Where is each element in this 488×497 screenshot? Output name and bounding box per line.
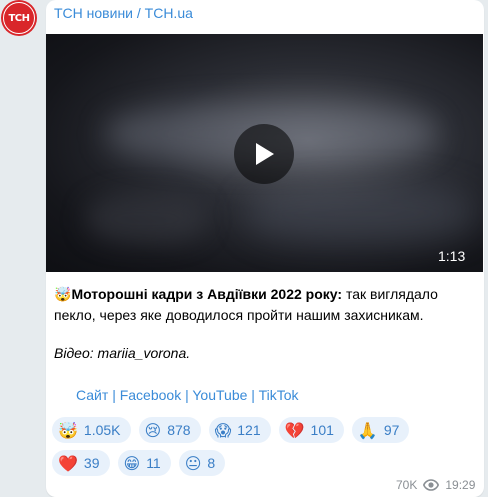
reactions-bar: 🤯 1.05K 😢 878 😱 121 💔 101 🙏 97 ❤️ 39 😁 1… bbox=[52, 417, 472, 476]
message-time: 19:29 bbox=[445, 478, 476, 492]
reaction-pray[interactable]: 🙏 97 bbox=[351, 417, 410, 443]
link-facebook[interactable]: Facebook bbox=[120, 387, 181, 403]
play-button[interactable] bbox=[234, 124, 294, 184]
reaction-neutral[interactable]: 😐 8 bbox=[178, 450, 226, 476]
eye-icon bbox=[423, 479, 440, 491]
reaction-count: 97 bbox=[383, 422, 400, 438]
reaction-heart[interactable]: ❤️ 39 bbox=[52, 450, 110, 476]
reaction-count: 11 bbox=[146, 455, 161, 471]
reaction-grin[interactable]: 😁 11 bbox=[117, 450, 171, 476]
message-meta: 70K 19:29 bbox=[396, 478, 475, 492]
post-emoji: 🤯 bbox=[54, 286, 72, 302]
folded-hands-emoji-icon: 🙏 bbox=[357, 420, 378, 440]
link-youtube[interactable]: YouTube bbox=[192, 387, 247, 403]
broken-heart-emoji-icon: 💔 bbox=[284, 420, 305, 440]
reaction-count: 121 bbox=[237, 422, 261, 438]
reaction-count: 101 bbox=[310, 422, 334, 438]
screaming-face-emoji-icon: 😱 bbox=[214, 420, 232, 440]
link-separator: | bbox=[185, 387, 189, 403]
play-icon bbox=[256, 143, 274, 165]
video-credit: Відео: mariia_vorona. bbox=[54, 345, 191, 361]
reaction-count: 39 bbox=[83, 455, 100, 471]
avatar-logo-text: ТСН bbox=[3, 2, 35, 34]
reaction-exploding-head[interactable]: 🤯 1.05K bbox=[52, 417, 131, 443]
channel-name[interactable]: ТСН новини / TCH.ua bbox=[54, 5, 193, 21]
post-headline: Моторошні кадри з Авдіївки 2022 року: bbox=[71, 286, 343, 302]
link-site[interactable]: Сайт bbox=[76, 387, 108, 403]
red-heart-emoji-icon: ❤️ bbox=[58, 453, 78, 473]
neutral-face-emoji-icon: 😐 bbox=[184, 453, 202, 473]
social-links: Сайт | Facebook | YouTube | TikTok bbox=[76, 387, 299, 403]
reaction-count: 1.05K bbox=[83, 422, 121, 438]
view-count: 70K bbox=[396, 478, 418, 492]
link-separator: | bbox=[112, 387, 116, 403]
reaction-count: 8 bbox=[207, 455, 216, 471]
crying-face-emoji-icon: 😢 bbox=[144, 420, 162, 440]
link-separator: | bbox=[251, 387, 255, 403]
video-duration: 1:13 bbox=[438, 248, 466, 264]
exploding-head-emoji-icon: 🤯 bbox=[58, 420, 78, 440]
reaction-screaming[interactable]: 😱 121 bbox=[208, 417, 271, 443]
reaction-broken-heart[interactable]: 💔 101 bbox=[278, 417, 344, 443]
link-tiktok[interactable]: TikTok bbox=[259, 387, 299, 403]
channel-avatar[interactable]: ТСН bbox=[1, 0, 37, 36]
grinning-face-emoji-icon: 😁 bbox=[123, 453, 141, 473]
reaction-crying[interactable]: 😢 878 bbox=[138, 417, 201, 443]
reaction-count: 878 bbox=[167, 422, 191, 438]
post-text: 🤯Моторошні кадри з Авдіївки 2022 року: т… bbox=[54, 284, 464, 326]
